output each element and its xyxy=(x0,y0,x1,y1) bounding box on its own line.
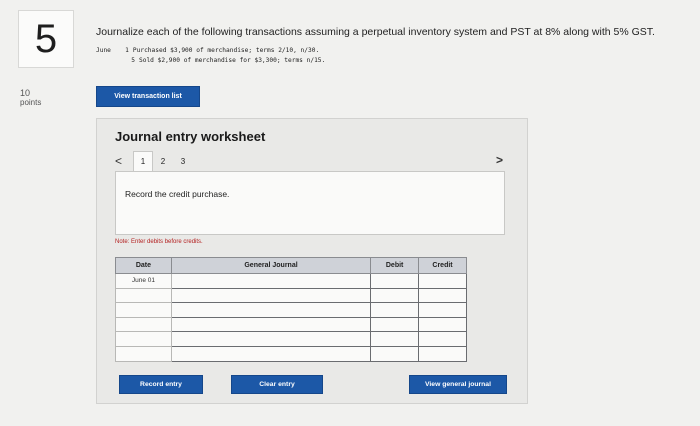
chevron-left-icon[interactable]: < xyxy=(115,154,133,168)
worksheet-title: Journal entry worksheet xyxy=(115,129,266,144)
tab-1[interactable]: 1 xyxy=(133,151,153,171)
general-journal-header: General Journal xyxy=(170,257,372,274)
date-cell: June 01 xyxy=(115,273,172,289)
credit-input[interactable] xyxy=(418,273,467,289)
date-cell xyxy=(115,345,172,362)
tab-2[interactable]: 2 xyxy=(153,151,173,171)
tab-3[interactable]: 3 xyxy=(173,151,193,171)
transaction-month: June xyxy=(96,47,111,54)
table-row xyxy=(115,345,467,362)
note-prefix: Note: xyxy=(115,239,130,245)
debit-input[interactable] xyxy=(370,287,420,304)
debit-input[interactable] xyxy=(370,331,420,347)
entry-description: Record the credit purchase. xyxy=(125,189,230,199)
journal-header-row: Date General Journal Debit Credit xyxy=(115,257,467,274)
record-entry-button[interactable]: Record entry xyxy=(119,375,203,394)
credit-input[interactable] xyxy=(418,302,467,318)
journal-table: Date General Journal Debit Credit June 0… xyxy=(115,257,467,362)
credit-input[interactable] xyxy=(418,345,467,362)
note-text: Enter debits before credits. xyxy=(129,239,203,245)
date-header: Date xyxy=(115,257,172,274)
date-cell xyxy=(115,302,172,318)
transaction-text: Purchased $3,900 of merchandise; terms 2… xyxy=(132,47,320,54)
debit-input[interactable] xyxy=(370,302,420,318)
account-input[interactable] xyxy=(170,316,372,333)
entry-note: Note: Enter debits before credits. xyxy=(115,239,203,245)
points-label: points xyxy=(20,98,42,107)
question-number: 5 xyxy=(34,16,58,61)
account-input[interactable] xyxy=(170,345,372,362)
transaction-month xyxy=(96,56,117,66)
question-instruction: Journalize each of the following transac… xyxy=(96,26,655,38)
table-row xyxy=(115,302,467,318)
table-row xyxy=(115,287,467,304)
credit-input[interactable] xyxy=(418,331,467,347)
account-input[interactable] xyxy=(170,287,372,304)
debit-input[interactable] xyxy=(370,316,420,333)
account-input[interactable] xyxy=(170,302,372,318)
transaction-day: 5 xyxy=(131,57,135,64)
credit-input[interactable] xyxy=(418,287,467,304)
debit-header: Debit xyxy=(370,257,420,274)
worksheet-tabs: < 1 2 3 > xyxy=(115,151,511,171)
table-row xyxy=(115,316,467,333)
clear-entry-button[interactable]: Clear entry xyxy=(231,375,323,394)
account-input[interactable] xyxy=(170,331,372,347)
debit-input[interactable] xyxy=(370,345,420,362)
transaction-day: 1 xyxy=(125,47,129,54)
table-row: June 01 xyxy=(115,273,467,289)
credit-header: Credit xyxy=(418,257,467,274)
question-number-box: 5 xyxy=(18,10,74,68)
date-cell xyxy=(115,287,172,304)
points-indicator: 10 points xyxy=(20,88,41,108)
date-cell xyxy=(115,331,172,347)
credit-input[interactable] xyxy=(418,316,467,333)
debit-input[interactable] xyxy=(370,273,420,289)
view-general-journal-button[interactable]: View general journal xyxy=(409,375,507,394)
entry-description-panel: Record the credit purchase. xyxy=(115,171,505,235)
table-row xyxy=(115,331,467,347)
date-cell xyxy=(115,316,172,333)
points-value: 10 xyxy=(20,88,31,98)
journal-entry-worksheet: Journal entry worksheet < 1 2 3 > Record… xyxy=(96,118,528,404)
view-transaction-list-button[interactable]: View transaction list xyxy=(96,86,200,107)
transaction-list: June 1 Purchased $3,900 of merchandise; … xyxy=(96,46,325,66)
transaction-row: June 1 Purchased $3,900 of merchandise; … xyxy=(96,46,325,56)
account-input[interactable] xyxy=(170,273,372,289)
transaction-text: Sold $2,900 of merchandise for $3,300; t… xyxy=(139,57,326,64)
chevron-right-icon[interactable]: > xyxy=(496,153,503,167)
transaction-row: 5 Sold $2,900 of merchandise for $3,300;… xyxy=(96,56,325,66)
